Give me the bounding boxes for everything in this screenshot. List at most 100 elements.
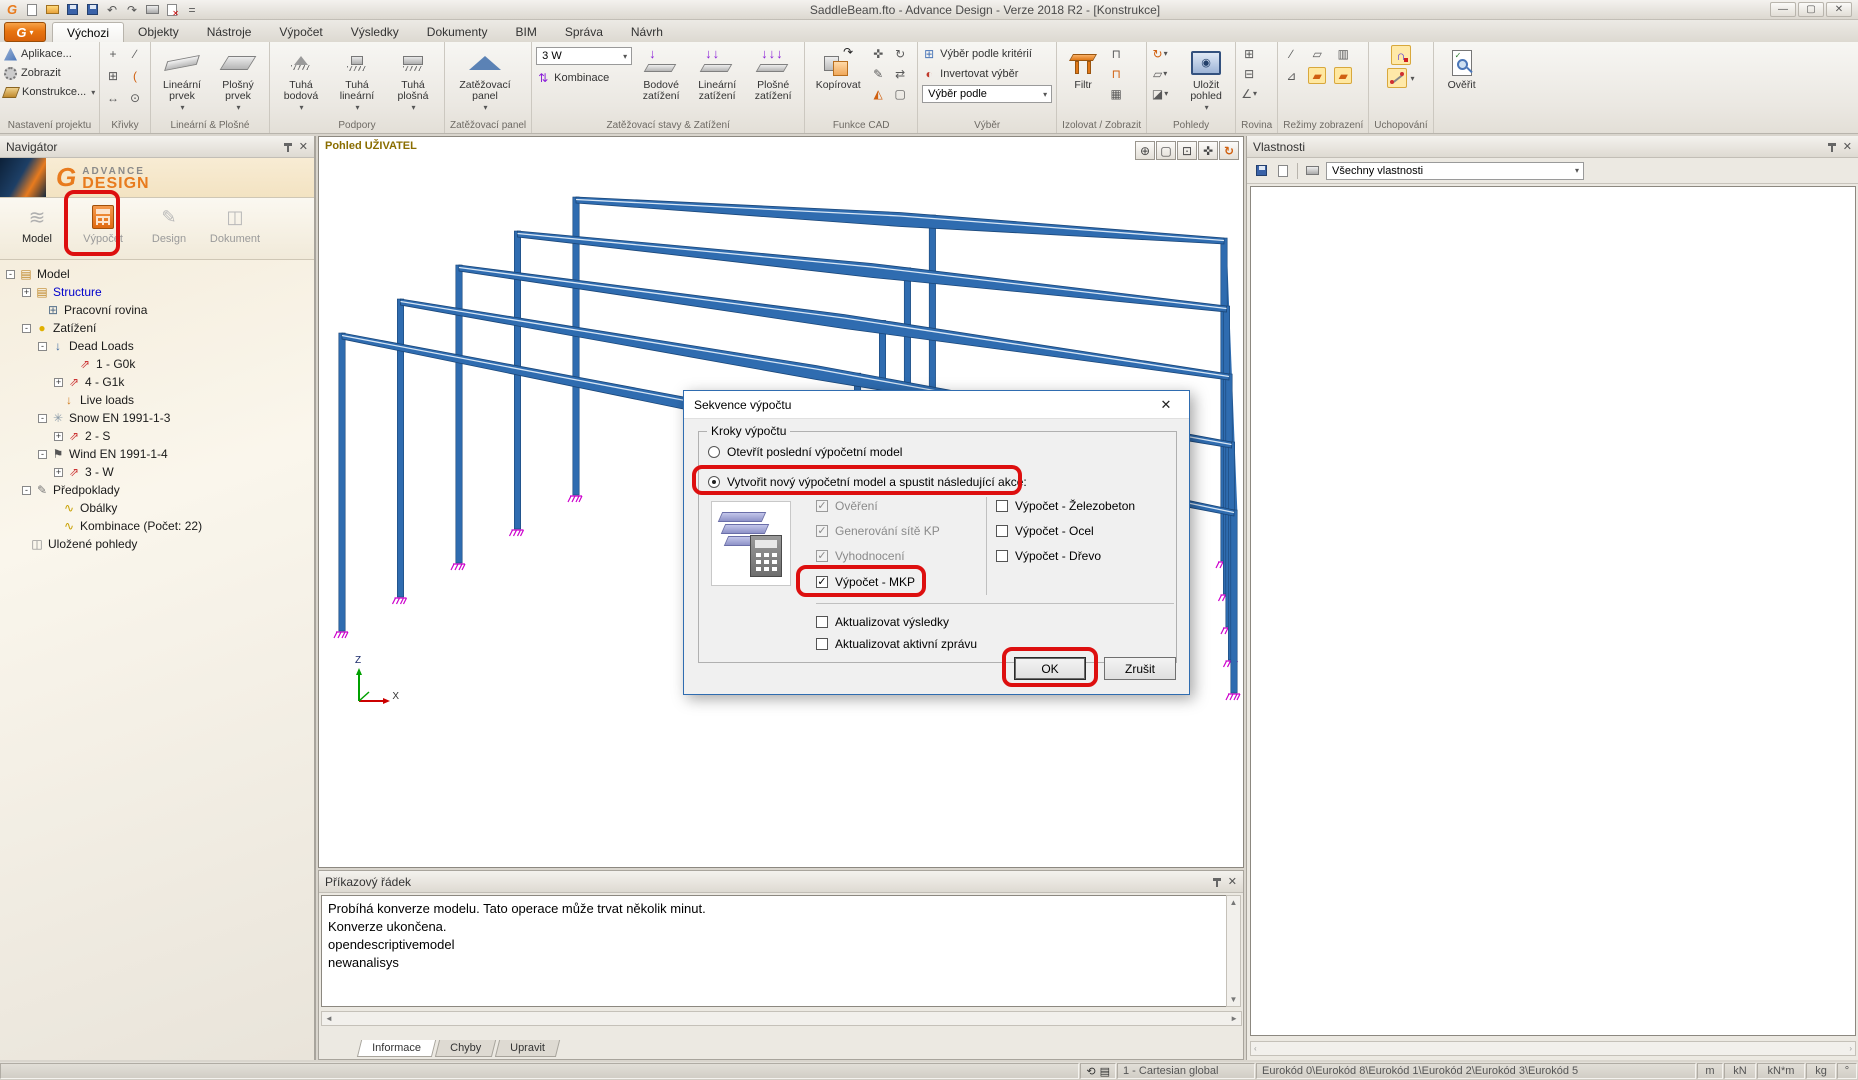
properties-filter-combo[interactable]: Všechny vlastnosti ▾ <box>1326 162 1584 180</box>
workplane-grid2-icon[interactable]: ⊟ <box>1240 65 1258 82</box>
stretch-icon[interactable]: ⇄ <box>891 65 909 82</box>
overit-button[interactable]: ✓Ověřit <box>1438 45 1486 91</box>
redo-icon[interactable]: ↷ <box>124 3 140 17</box>
bodove-zatizeni-button[interactable]: ↓Bodové zatížení <box>634 45 688 102</box>
status-unit-angle[interactable]: ° <box>1837 1063 1857 1079</box>
zobrazit-button[interactable]: Zobrazit <box>4 64 61 82</box>
minimize-button[interactable]: — <box>1770 2 1796 17</box>
tree-item-structure[interactable]: +▤Structure <box>4 283 314 301</box>
save-icon[interactable] <box>64 3 80 17</box>
undo-icon[interactable]: ↶ <box>104 3 120 17</box>
circle-icon[interactable]: ⊙ <box>126 89 144 106</box>
load-case-combo[interactable]: 3 W▾ <box>536 47 632 65</box>
tree-item-ulozene-pohledy[interactable]: ◫Uložené pohledy <box>4 535 314 553</box>
rotate-icon[interactable]: ↻ <box>891 45 909 62</box>
hidden-line-mode-icon[interactable]: ▱ <box>1308 45 1326 62</box>
kopirovat-button[interactable]: ↷Kopírovat <box>809 45 867 91</box>
qat-customize-icon[interactable]: = <box>184 3 200 17</box>
tree-item-wind[interactable]: -⚑Wind EN 1991-1-4 <box>4 445 314 463</box>
grid-icon[interactable]: ⊞ <box>104 67 122 84</box>
tab-objekty[interactable]: Objekty <box>124 22 193 42</box>
tab-informace[interactable]: Informace <box>357 1040 436 1057</box>
save-properties-icon[interactable] <box>1253 164 1269 178</box>
ok-button[interactable]: OK <box>1014 657 1086 680</box>
tree-item-2s[interactable]: +⇗2 - S <box>4 427 314 445</box>
checkbox-drevo[interactable]: Výpočet - Dřevo <box>996 549 1101 563</box>
mode-design[interactable]: ✎Design <box>138 204 200 245</box>
workplane-axes-icon[interactable]: ∠▾ <box>1240 85 1258 102</box>
scroll-right-icon[interactable]: ► <box>1230 1014 1238 1023</box>
invertovat-vyber-button[interactable]: ◐Invertovat výběr <box>922 65 1018 83</box>
modify-icon[interactable]: ✎ <box>869 65 887 82</box>
line-icon[interactable]: ∕ <box>126 45 144 62</box>
ghost-display-icon[interactable]: ▦ <box>1107 85 1125 102</box>
edit-mode-icon[interactable]: ▤ <box>1100 1065 1110 1078</box>
properties-content[interactable] <box>1250 186 1856 1036</box>
checkbox-aktualizovat-vysledky[interactable]: Aktualizovat výsledky <box>816 615 949 629</box>
maximize-button[interactable]: ▢ <box>1798 2 1824 17</box>
new-file-icon[interactable] <box>24 3 40 17</box>
aplikace-button[interactable]: Aplikace... <box>4 45 72 63</box>
status-unit-mass[interactable]: kg <box>1806 1063 1836 1079</box>
view-cube-icon[interactable]: ▱▾ <box>1151 65 1169 82</box>
export-properties-icon[interactable] <box>1275 164 1291 178</box>
print-icon[interactable] <box>144 3 160 17</box>
tree-item-predpoklady[interactable]: -✎Předpoklady <box>4 481 314 499</box>
scroll-left-icon[interactable]: ◄ <box>325 1014 333 1023</box>
cancel-button[interactable]: Zrušit <box>1104 657 1176 680</box>
application-menu-button[interactable]: G ▾ <box>4 22 46 42</box>
tuha-linearni-button[interactable]: Tuhá lineární▾ <box>330 45 384 113</box>
tab-dokumenty[interactable]: Dokumenty <box>413 22 502 42</box>
zatezovaci-panel-button[interactable]: Zatěžovací panel▾ <box>449 45 521 113</box>
checkbox-zelezobeton[interactable]: Výpočet - Železobeton <box>996 499 1135 513</box>
snap-points-icon[interactable] <box>1387 68 1407 88</box>
tab-nastroje[interactable]: Nástroje <box>193 22 266 42</box>
close-icon[interactable]: ✕ <box>299 140 308 153</box>
command-vertical-scrollbar[interactable]: ▲ ▼ <box>1226 895 1241 1007</box>
tree-item-obalky[interactable]: ∿Obálky <box>4 499 314 517</box>
zoom-selection-icon[interactable]: ▢ <box>1156 141 1176 160</box>
mode-dokument[interactable]: ◫Dokument <box>204 204 266 245</box>
status-coordinate-system[interactable]: 1 - Cartesian global <box>1117 1063 1255 1079</box>
kombinace-button[interactable]: ⇅Kombinace <box>536 69 632 87</box>
tab-bim[interactable]: BIM <box>502 22 551 42</box>
command-horizontal-scrollbar[interactable]: ◄ ► <box>321 1011 1242 1026</box>
status-unit-length[interactable]: m <box>1697 1063 1723 1079</box>
dimension-icon[interactable]: ↔ <box>104 89 122 106</box>
konstrukce-button[interactable]: Konstrukce...▾ <box>4 83 95 101</box>
zoom-window-icon[interactable]: ⊡ <box>1177 141 1197 160</box>
checkbox-aktualizovat-zpravu[interactable]: Aktualizovat aktivní zprávu <box>816 637 977 651</box>
ulozit-pohled-button[interactable]: ◉Uložit pohled▾ <box>1181 45 1231 113</box>
properties-horizontal-scrollbar[interactable]: ‹› <box>1250 1041 1856 1056</box>
tree-item-snow[interactable]: -✳Snow EN 1991-1-3 <box>4 409 314 427</box>
wireframe-mode-icon[interactable]: ∕ <box>1282 45 1300 62</box>
tree-item-3w[interactable]: +⇗3 - W <box>4 463 314 481</box>
mode-model[interactable]: ≋Model <box>6 204 68 245</box>
tab-upravit[interactable]: Upravit <box>495 1040 560 1057</box>
command-output[interactable]: Probíhá konverze modelu. Tato operace mů… <box>321 895 1227 1007</box>
edges-mode-icon[interactable]: ⊿ <box>1282 67 1300 84</box>
offset-icon[interactable]: ▢ <box>891 85 909 102</box>
vyber-podle-kriterii-button[interactable]: ⊞Výběr podle kritérií <box>922 45 1032 63</box>
status-unit-force[interactable]: kN <box>1724 1063 1756 1079</box>
tab-vychozi[interactable]: Výchozi <box>52 22 124 42</box>
filtr-button[interactable]: Filtr <box>1061 45 1105 91</box>
plosny-prvek-button[interactable]: Plošný prvek▾ <box>211 45 265 113</box>
mirror-icon[interactable]: ◭ <box>869 85 887 102</box>
orbit-view-icon[interactable]: ↻▾ <box>1151 45 1169 62</box>
move-icon[interactable]: ✜ <box>869 45 887 62</box>
tab-vysledky[interactable]: Výsledky <box>337 22 413 42</box>
dialog-close-icon[interactable]: ✕ <box>1153 397 1179 413</box>
view-face-icon[interactable]: ◪▾ <box>1151 85 1169 102</box>
tree-item-dead-loads[interactable]: -↓Dead Loads <box>4 337 314 355</box>
tab-vypocet[interactable]: Výpočet <box>265 22 336 42</box>
tab-sprava[interactable]: Správa <box>551 22 617 42</box>
orbit-icon[interactable]: ↻ <box>1219 141 1239 160</box>
pin-icon[interactable] <box>283 142 293 152</box>
workplane-grid-icon[interactable]: ⊞ <box>1240 45 1258 62</box>
checkbox-ocel[interactable]: Výpočet - Ocel <box>996 524 1094 538</box>
dialog-title-bar[interactable]: Sekvence výpočtu ✕ <box>684 391 1189 419</box>
pin-icon[interactable] <box>1827 142 1837 152</box>
save-as-icon[interactable] <box>84 3 100 17</box>
arc-icon[interactable]: ( <box>126 67 144 84</box>
